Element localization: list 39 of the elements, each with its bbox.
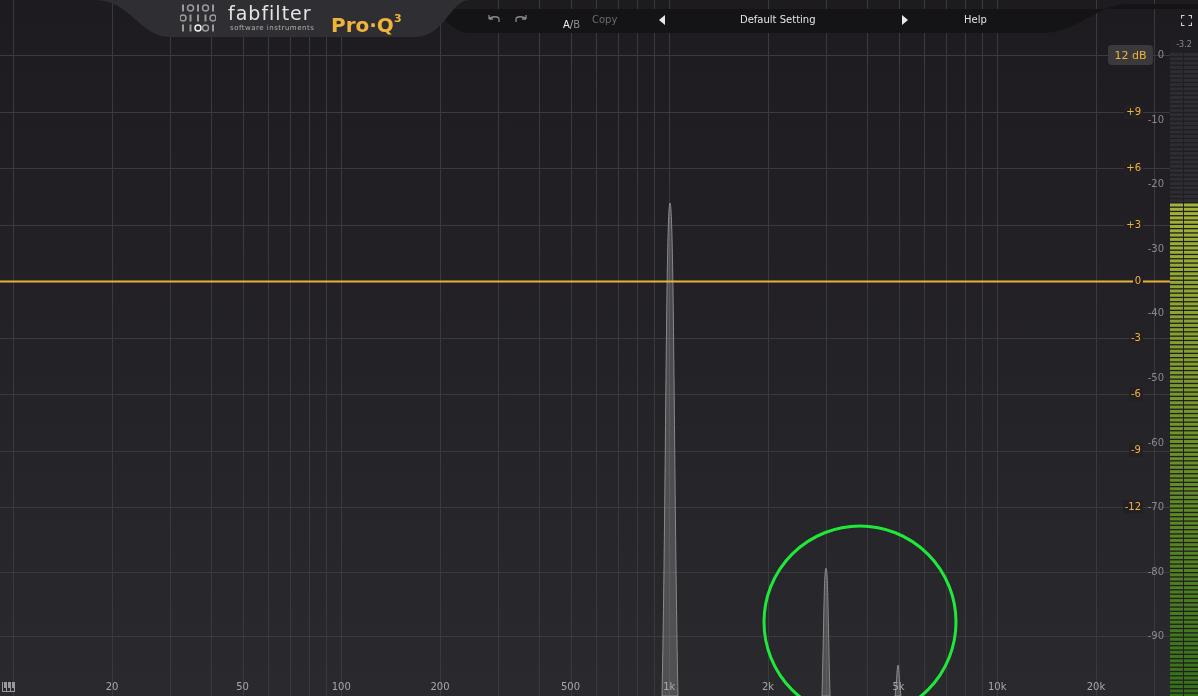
- level-label: -60: [1147, 435, 1164, 450]
- frequency-label: 100: [330, 680, 352, 694]
- logo-icon: [180, 4, 216, 32]
- product-name: Pro·Q$^{3}$: [331, 11, 402, 38]
- level-label: -90: [1147, 629, 1164, 644]
- gain-label: -9: [1129, 443, 1143, 458]
- frequency-label: 20: [104, 680, 120, 694]
- ab-toggle[interactable]: A: [563, 18, 570, 32]
- level-label: -80: [1147, 564, 1164, 579]
- previous-preset-icon[interactable]: [659, 15, 665, 25]
- fullscreen-icon[interactable]: [1181, 15, 1192, 26]
- frequency-label: 1k: [662, 680, 677, 694]
- level-label: -30: [1147, 241, 1164, 256]
- range-button[interactable]: 12 dB: [1108, 45, 1153, 65]
- piano-icon[interactable]: [2, 682, 15, 692]
- ab-separator: /: [569, 19, 574, 30]
- frequency-label: 5k: [891, 680, 906, 694]
- undo-icon[interactable]: [487, 14, 501, 24]
- gain-label: -6: [1129, 387, 1143, 401]
- gain-label: -12: [1122, 499, 1143, 514]
- level-label: -40: [1147, 306, 1164, 321]
- frequency-label: 200: [429, 680, 451, 694]
- preset-name[interactable]: Default Setting: [740, 13, 816, 27]
- frequency-label: 2k: [760, 680, 776, 694]
- frequency-label: 50: [235, 680, 250, 694]
- level-label: -20: [1147, 177, 1164, 192]
- brand-name: fabfilter: [228, 2, 312, 24]
- level-label: 0: [1157, 48, 1164, 62]
- redo-icon[interactable]: [514, 14, 528, 24]
- next-preset-icon[interactable]: [902, 15, 908, 25]
- help-button[interactable]: Help: [964, 13, 987, 27]
- spectrum-peak: [894, 664, 902, 696]
- level-label: -70: [1147, 500, 1164, 515]
- level-label: -50: [1147, 371, 1164, 385]
- frequency-label: 20k: [1085, 680, 1107, 694]
- level-label: -10: [1147, 112, 1164, 127]
- ab-toggle[interactable]: B: [573, 18, 581, 32]
- frequency-label: 500: [559, 680, 582, 694]
- frequency-label: 10k: [987, 680, 1008, 694]
